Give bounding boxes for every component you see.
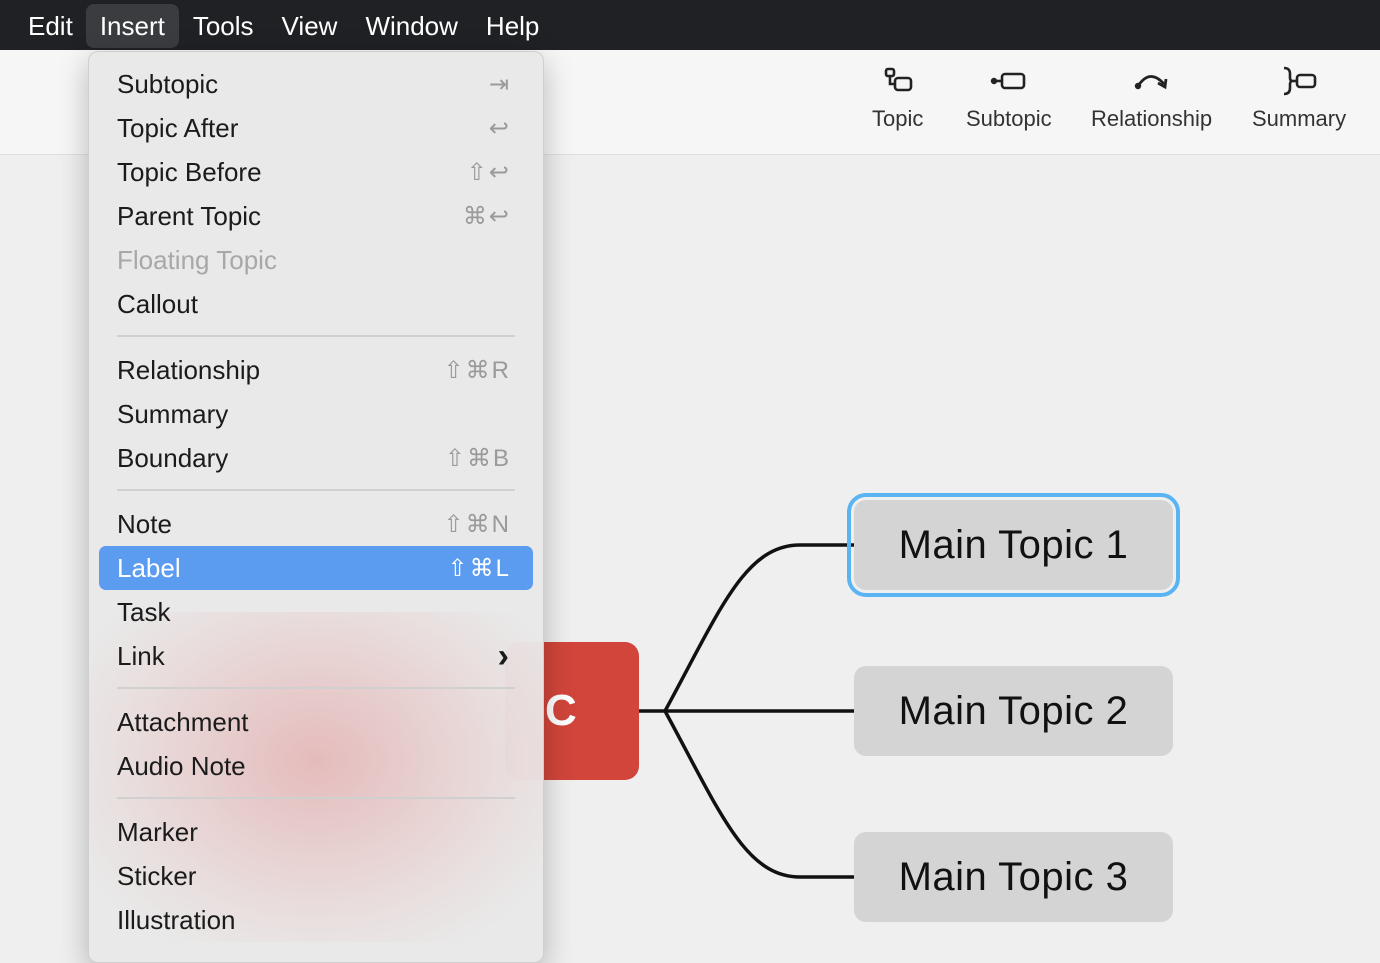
menu-item-link[interactable]: Link › xyxy=(99,634,533,678)
shortcut-label: ⇧⌘L xyxy=(447,554,511,582)
menu-item-topic-after[interactable]: Topic After ↩ xyxy=(99,106,533,150)
shortcut-tab-icon: ⇥ xyxy=(488,70,511,98)
menu-separator xyxy=(117,489,515,491)
central-topic-text: C xyxy=(545,686,577,735)
main-topic-1[interactable]: Main Topic 1 xyxy=(847,493,1180,597)
menu-item-relationship[interactable]: Relationship ⇧⌘R xyxy=(99,348,533,392)
menu-separator xyxy=(117,797,515,799)
main-topic-1-text: Main Topic 1 xyxy=(898,522,1129,567)
menu-item-illustration[interactable]: Illustration xyxy=(99,898,533,942)
main-topic-2[interactable]: Main Topic 2 xyxy=(854,666,1173,756)
main-topic-2-text: Main Topic 2 xyxy=(898,688,1129,733)
menu-item-task[interactable]: Task xyxy=(99,590,533,634)
menu-item-subtopic[interactable]: Subtopic ⇥ xyxy=(99,62,533,106)
shortcut-relationship: ⇧⌘R xyxy=(443,356,511,384)
chevron-right-icon: › xyxy=(497,636,511,675)
shortcut-return-icon: ↩ xyxy=(488,114,511,142)
menu-item-attachment[interactable]: Attachment xyxy=(99,700,533,744)
menu-item-marker[interactable]: Marker xyxy=(99,810,533,854)
menu-item-summary[interactable]: Summary xyxy=(99,392,533,436)
shortcut-boundary: ⇧⌘B xyxy=(444,444,511,472)
insert-menu: Subtopic ⇥ Topic After ↩ Topic Before ⇧↩… xyxy=(88,51,544,963)
main-topic-3[interactable]: Main Topic 3 xyxy=(854,832,1173,922)
menu-item-note[interactable]: Note ⇧⌘N xyxy=(99,502,533,546)
menu-item-boundary[interactable]: Boundary ⇧⌘B xyxy=(99,436,533,480)
menu-separator xyxy=(117,335,515,337)
menu-item-callout[interactable]: Callout xyxy=(99,282,533,326)
menu-item-label[interactable]: Label ⇧⌘L xyxy=(99,546,533,590)
menu-item-sticker[interactable]: Sticker xyxy=(99,854,533,898)
menu-item-parent-topic[interactable]: Parent Topic ⌘↩ xyxy=(99,194,533,238)
shortcut-note: ⇧⌘N xyxy=(443,510,511,538)
shortcut-cmd-return: ⌘↩ xyxy=(462,202,511,230)
menu-item-topic-before[interactable]: Topic Before ⇧↩ xyxy=(99,150,533,194)
main-topic-3-text: Main Topic 3 xyxy=(898,854,1129,899)
menu-item-audio-note[interactable]: Audio Note xyxy=(99,744,533,788)
menu-item-floating-topic: Floating Topic xyxy=(117,244,277,275)
menu-separator xyxy=(117,687,515,689)
shortcut-shift-return: ⇧↩ xyxy=(466,158,511,186)
